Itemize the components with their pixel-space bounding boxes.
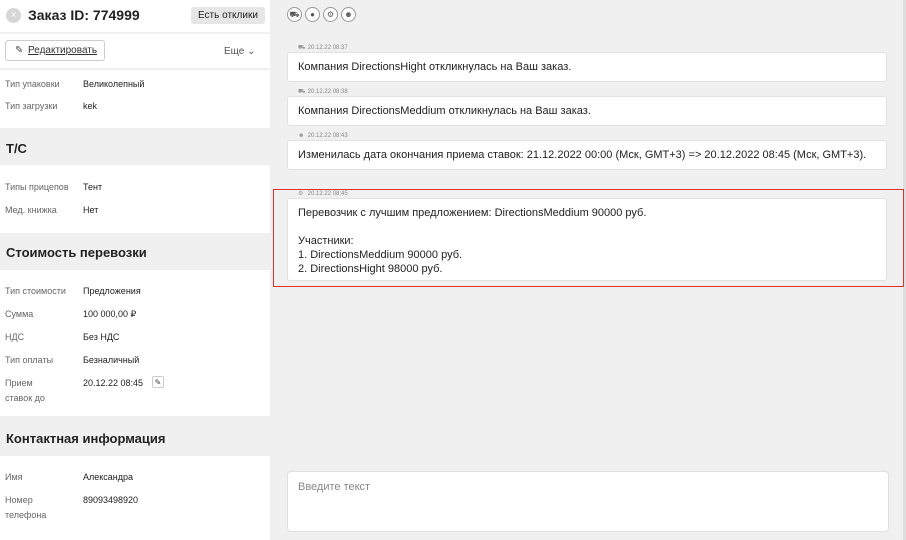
edit-button-label: Редактировать: [28, 45, 98, 56]
detail-key: Мед. книжка: [5, 205, 57, 215]
detail-key: Номер телефона: [5, 495, 47, 520]
detail-value: 20.12.22 08:45: [83, 378, 144, 388]
message-meta: ⛟ 20.12.22 08:38: [298, 88, 348, 96]
transport-section-title: Т/С: [6, 141, 27, 156]
users-icon[interactable]: ☻: [341, 7, 356, 22]
highlight-frame: [273, 189, 904, 287]
detail-value: 89093498920: [83, 495, 139, 505]
edit-toolbar: ✎ Редактировать Еще ⌄: [0, 34, 270, 68]
gear-icon[interactable]: ⚙: [323, 7, 338, 22]
detail-value: Безналичный: [83, 355, 140, 365]
order-title: Заказ ID: 774999: [28, 7, 140, 23]
detail-key: Имя: [5, 472, 23, 482]
detail-value: Предложения: [83, 286, 141, 296]
transport-details: Типы прицепов Тент Мед. книжка Нет: [0, 165, 270, 233]
detail-value: Тент: [83, 182, 103, 192]
message-input[interactable]: [288, 472, 888, 531]
detail-value: Александра: [83, 472, 134, 482]
detail-key: Тип оплаты: [5, 355, 54, 365]
message-meta: ⛟ 20.12.22 08:37: [298, 44, 348, 52]
detail-value: Нет: [83, 205, 99, 215]
detail-key: НДС: [5, 332, 25, 342]
message-text: Изменилась дата окончания приема ставок:…: [298, 149, 867, 161]
cost-section-title: Стоимость перевозки: [6, 245, 147, 260]
cargo-details: Тип упаковки Великолепный Тип загрузки k…: [0, 70, 270, 128]
responses-button[interactable]: Есть отклики: [191, 7, 265, 24]
message-text: Компания DirectionsHight откликнулась на…: [298, 61, 572, 73]
pencil-icon: ✎: [15, 45, 24, 56]
message-card: Изменилась дата окончания приема ставок:…: [287, 140, 887, 170]
more-dropdown[interactable]: Еще ⌄: [224, 46, 256, 57]
message-input-box: [287, 471, 889, 532]
order-header: × Заказ ID: 774999 Есть отклики: [0, 0, 270, 32]
contact-section-title: Контактная информация: [6, 431, 166, 446]
truck-icon: ⛟: [298, 45, 306, 51]
detail-key: Прием ставок до: [5, 378, 45, 403]
detail-key: Типы прицепов: [5, 182, 69, 192]
contact-details: Имя Александра Номер телефона 8909349892…: [0, 456, 270, 540]
message-time: 20.12.22 08:38: [307, 89, 348, 95]
message-card: Компания DirectionsMeddium откликнулась …: [287, 96, 887, 126]
edit-deadline-icon[interactable]: ✎: [152, 376, 164, 388]
truck-icon: ⛟: [298, 89, 306, 95]
detail-key: Тип загрузки: [5, 101, 58, 111]
order-panel: × Заказ ID: 774999 Есть отклики ✎ Редакт…: [0, 0, 270, 540]
truck-icon[interactable]: ⛟: [287, 7, 302, 22]
detail-value: 100 000,00 ₽: [83, 309, 137, 319]
detail-key: Сумма: [5, 309, 34, 319]
detail-value: kek: [83, 101, 98, 111]
detail-key: Тип упаковки: [5, 79, 60, 89]
message-time: 20.12.22 08:37: [307, 45, 348, 51]
message-meta: ☻ 20.12.22 08:43: [298, 132, 348, 140]
message-text: Компания DirectionsMeddium откликнулась …: [298, 105, 591, 117]
message-card: Компания DirectionsHight откликнулась на…: [287, 52, 887, 82]
user-icon[interactable]: ●: [305, 7, 320, 22]
users-icon: ☻: [298, 133, 305, 139]
edit-button[interactable]: ✎ Редактировать: [5, 40, 105, 61]
cost-details: Тип стоимости Предложения Сумма 100 000,…: [0, 270, 270, 416]
detail-key: Тип стоимости: [5, 286, 66, 296]
detail-value: Великолепный: [83, 79, 145, 89]
message-time: 20.12.22 08:43: [307, 133, 348, 139]
close-icon[interactable]: ×: [6, 8, 21, 23]
detail-value: Без НДС: [83, 332, 120, 342]
